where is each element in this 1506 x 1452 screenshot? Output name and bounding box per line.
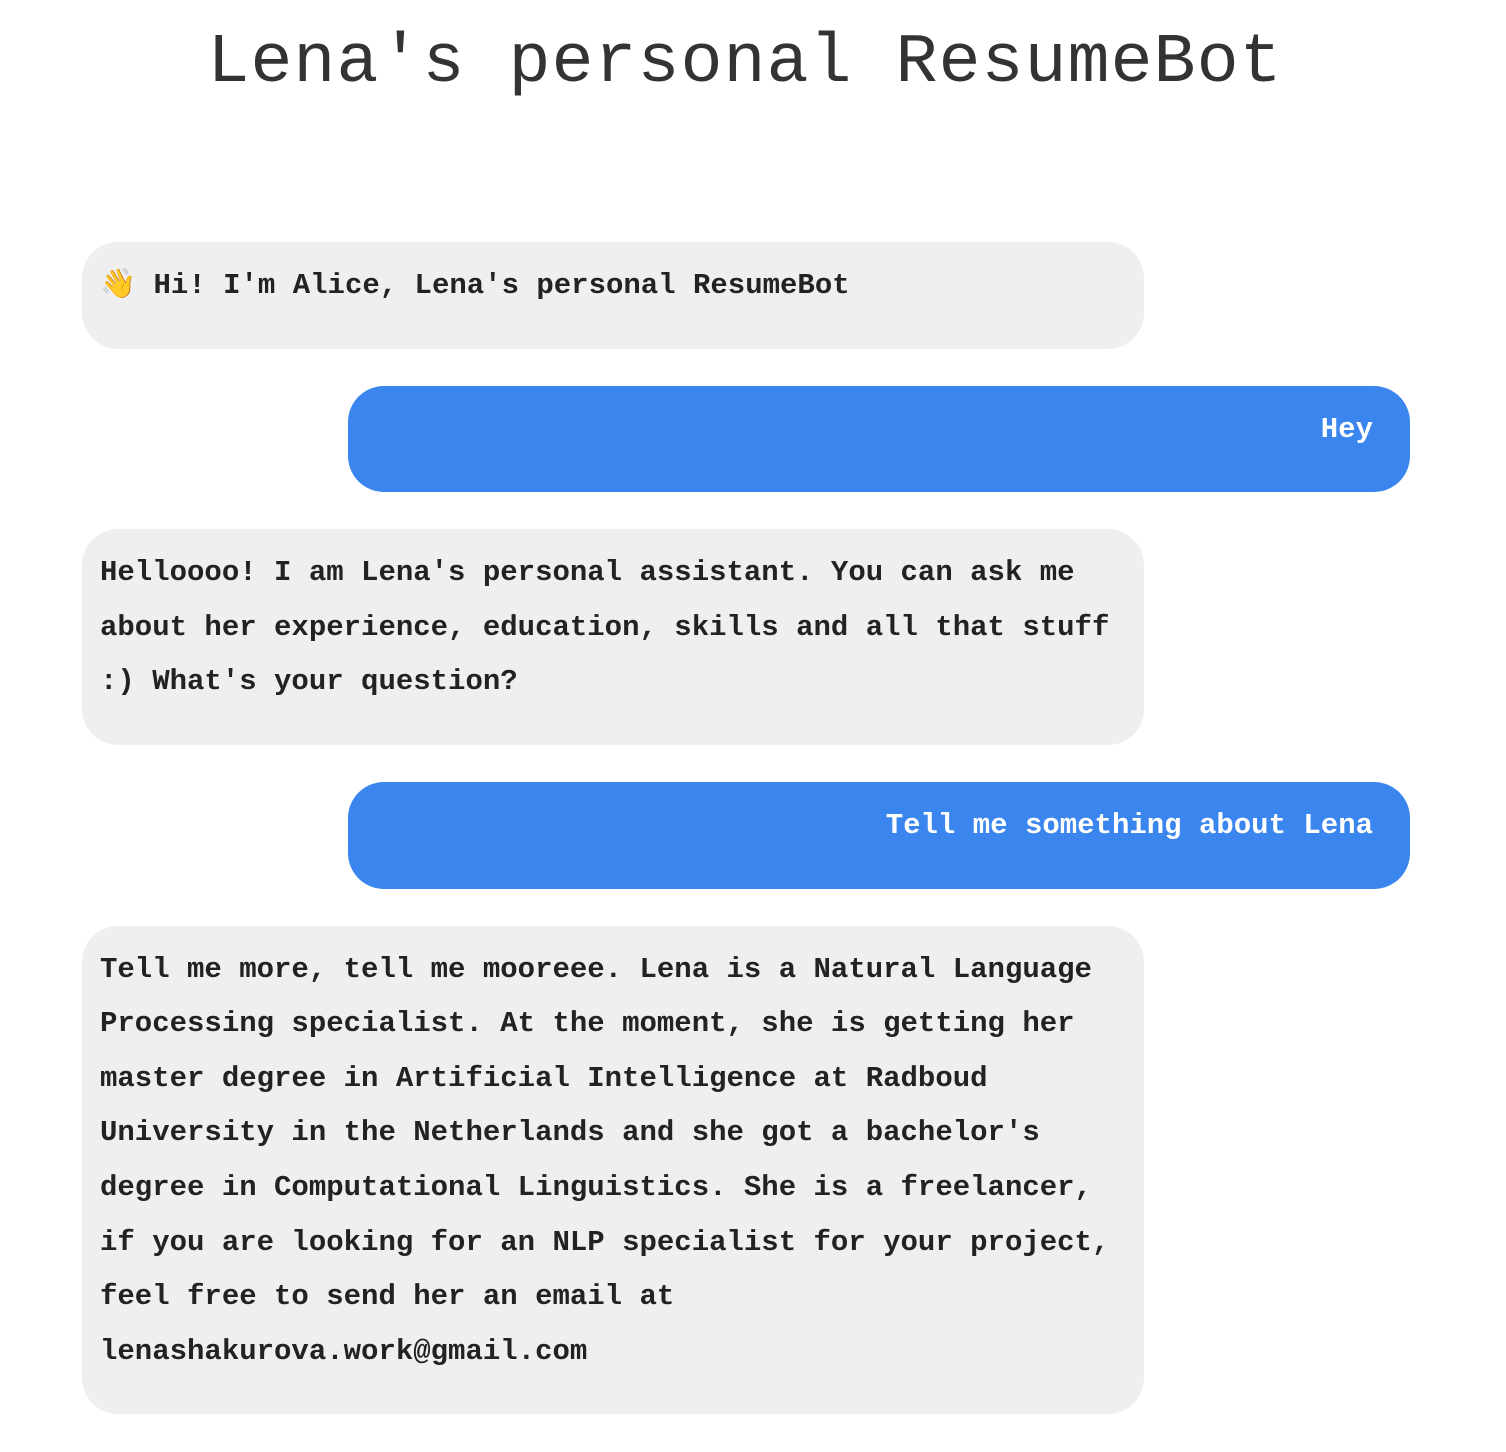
bot-message-text: Helloooo! I am Lena's personal assistant… [100, 556, 1110, 699]
user-message-text: Tell me something about Lena [885, 808, 1373, 842]
user-message-text: Hey [1320, 412, 1373, 446]
resumebot-page: Lena's personal ResumeBot 👋 Hi! I'm Alic… [0, 0, 1506, 1452]
bot-message: Tell me more, tell me mooreee. Lena is a… [82, 925, 1144, 1415]
chat-log: 👋 Hi! I'm Alice, Lena's personal ResumeB… [82, 242, 1410, 1451]
bot-message-text: Hi! I'm Alice, Lena's personal ResumeBot [136, 269, 850, 302]
bot-message: 👋 Hi! I'm Alice, Lena's personal ResumeB… [82, 242, 1144, 349]
waving-hand-icon: 👋 [100, 269, 137, 302]
bot-message: Helloooo! I am Lena's personal assistant… [82, 529, 1144, 745]
bot-message-text: Tell me more, tell me mooreee. Lena is a… [100, 952, 1110, 1368]
user-message: Tell me something about Lena [348, 781, 1410, 889]
user-message: Hey [348, 385, 1410, 493]
page-title: Lena's personal ResumeBot [207, 24, 1283, 103]
